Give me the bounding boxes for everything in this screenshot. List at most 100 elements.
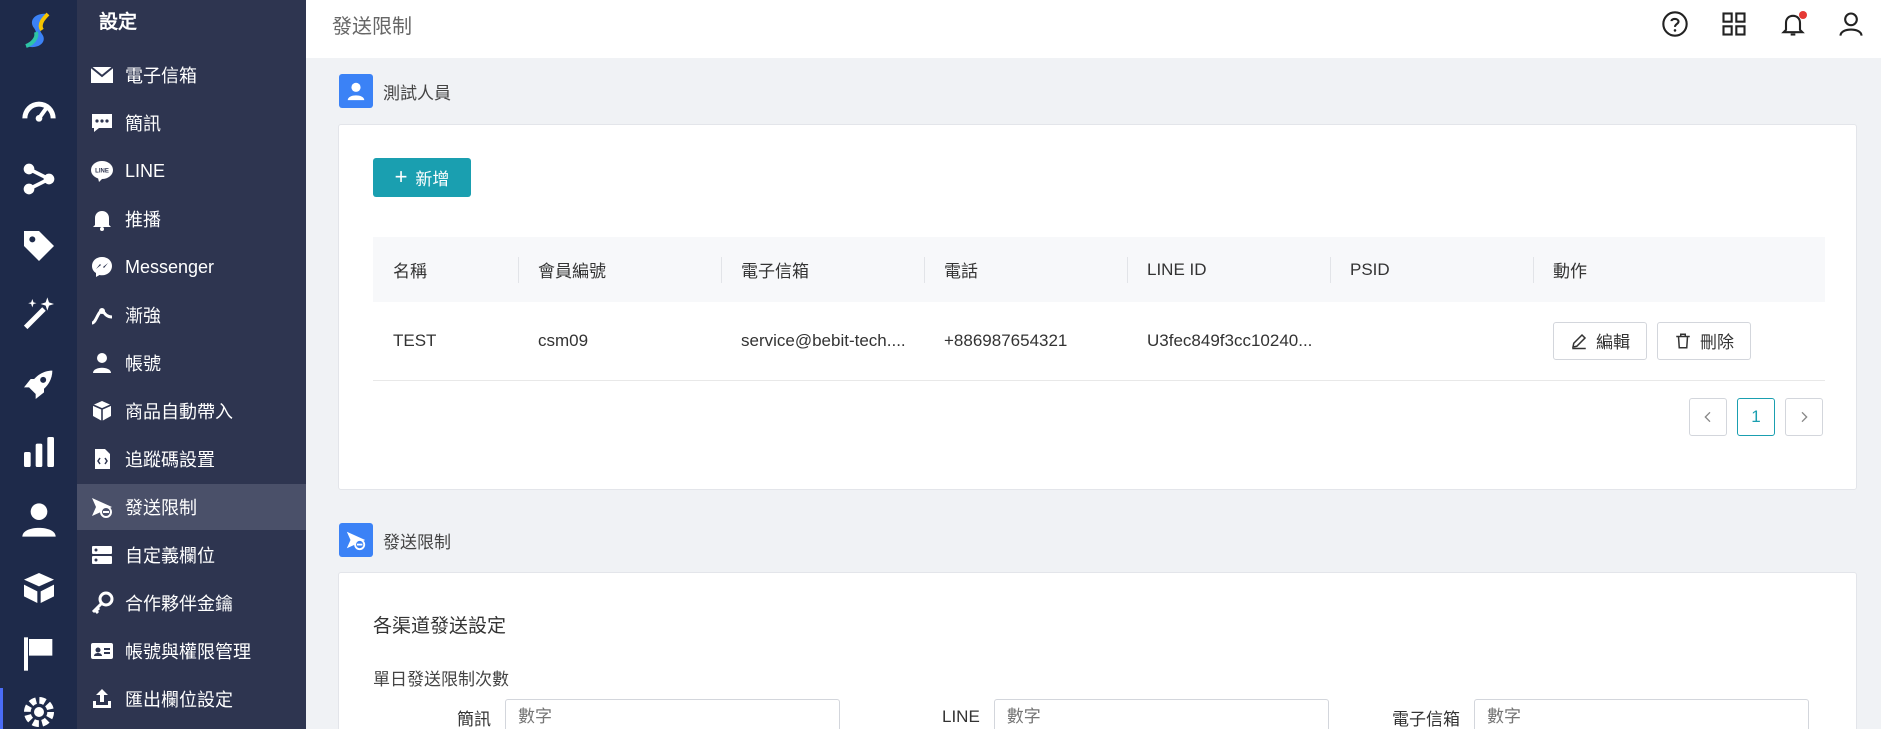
user-icon [89,350,115,376]
edit-label: 編輯 [1596,333,1630,353]
rail-settings-icon[interactable] [0,688,77,729]
menu-title: 設定 [99,12,138,33]
column-header-line-id: LINE ID [1127,237,1330,302]
chevron-left-icon [1704,411,1711,423]
menu-item-line[interactable]: LINE LINE [77,148,306,194]
table-header-row: 名稱 會員編號 電子信箱 電話 LINE ID PSID 動作 [373,237,1825,302]
line-icon: LINE [89,158,115,184]
menu-item-label: 帳號 [125,354,161,374]
cell-phone: +886987654321 [924,302,1127,381]
menu-item-partner-key[interactable]: 合作夥伴金鑰 [77,580,306,626]
menu-item-label: 商品自動帶入 [125,402,233,422]
menu-item-email[interactable]: 電子信箱 [77,52,306,98]
line-limit-row: LINE [942,699,1329,729]
help-icon[interactable] [1659,8,1691,40]
icon-rail [0,0,77,729]
testers-section-header: 測試人員 [339,74,451,108]
sms-limit-input[interactable] [505,699,840,729]
menu-item-account[interactable]: 帳號 [77,340,306,386]
send-limit-card: 各渠道發送設定 單日發送限制次數 簡訊 LINE 電子信箱 [338,572,1857,729]
fields-icon [89,542,115,568]
plus-icon: + [394,163,408,189]
menu-item-send-limit[interactable]: 發送限制 [77,484,306,530]
menu-item-growth[interactable]: 漸強 [77,292,306,338]
section-title: 發送限制 [383,532,451,552]
email-limit-input[interactable] [1474,699,1809,729]
testers-table: 名稱 會員編號 電子信箱 電話 LINE ID PSID 動作 TEST csm… [373,237,1825,381]
menu-item-label: 漸強 [125,306,161,326]
menu-item-push[interactable]: 推播 [77,196,306,242]
edit-button[interactable]: 編輯 [1553,321,1647,360]
page-title: 發送限制 [332,16,412,38]
add-tester-button[interactable]: + 新增 [373,158,471,197]
rail-box-icon[interactable] [0,564,77,612]
channel-settings-title: 各渠道發送設定 [373,616,507,637]
code-icon [89,446,115,472]
daily-limit-label: 單日發送限制次數 [373,670,509,689]
export-icon [89,686,115,712]
pagination: 1 [1689,398,1823,436]
rail-dashboard-icon[interactable] [0,86,77,134]
prev-page-button[interactable] [1689,398,1727,436]
rail-user-icon[interactable] [0,496,77,544]
menu-item-tracking-code[interactable]: 追蹤碼設置 [77,436,306,482]
top-header: 發送限制 [306,0,1881,58]
cell-line-id: U3fec849f3cc10240... [1127,302,1330,381]
apps-grid-icon[interactable] [1718,8,1750,40]
page-1-button[interactable]: 1 [1737,398,1775,436]
trash-icon [1676,333,1690,349]
pencil-icon [1572,333,1587,349]
email-limit-label: 電子信箱 [1392,709,1460,729]
box-icon [89,398,115,424]
id-card-icon [89,638,115,664]
menu-item-custom-fields[interactable]: 自定義欄位 [77,532,306,578]
menu-item-label: 追蹤碼設置 [125,450,215,470]
menu-item-label: 帳號與權限管理 [125,642,251,662]
rail-rocket-icon[interactable] [0,360,77,408]
cell-member-id: csm09 [518,302,721,381]
next-page-button[interactable] [1785,398,1823,436]
column-header-phone: 電話 [924,237,1127,302]
menu-item-label: LINE [125,160,166,181]
chat-icon [89,110,115,136]
menu-item-label: 發送限制 [125,498,197,518]
chevron-right-icon [1801,411,1808,423]
menu-item-export-fields[interactable]: 匯出欄位設定 [77,676,306,722]
profile-icon[interactable] [1835,8,1867,40]
menu-item-label: 簡訊 [125,114,161,134]
cell-actions: 編輯 刪除 [1533,302,1825,381]
cell-psid [1330,302,1533,381]
menu-item-label: Messenger [125,256,215,277]
menu-item-label: 推播 [125,210,161,230]
menu-item-messenger[interactable]: Messenger [77,244,306,290]
section-title: 測試人員 [383,83,451,103]
column-header-name: 名稱 [373,237,518,302]
column-header-psid: PSID [1330,237,1533,302]
app-logo[interactable] [18,8,60,54]
send-limit-icon [89,494,115,520]
send-limit-icon [339,523,373,557]
growth-icon [89,302,115,328]
line-limit-input[interactable] [993,699,1329,729]
cell-email: service@bebit-tech.... [721,302,924,381]
notification-bell-icon[interactable] [1777,8,1809,40]
rail-flow-icon[interactable] [0,155,77,203]
menu-item-permissions[interactable]: 帳號與權限管理 [77,628,306,674]
rail-flag-icon[interactable] [0,630,77,678]
envelope-icon [89,62,115,88]
menu-item-label: 自定義欄位 [125,546,215,566]
delete-button[interactable]: 刪除 [1657,321,1751,360]
menu-item-sms[interactable]: 簡訊 [77,100,306,146]
delete-label: 刪除 [1700,333,1734,353]
rail-chart-icon[interactable] [0,428,77,476]
rail-tag-icon[interactable] [0,222,77,270]
svg-text:LINE: LINE [95,169,109,175]
menu-item-product-import[interactable]: 商品自動帶入 [77,388,306,434]
cell-name: TEST [373,302,518,381]
bell-icon [89,206,115,232]
column-header-actions: 動作 [1533,237,1825,302]
settings-menu: 設定 電子信箱 簡訊 LINE LINE 推播 Messenger 漸強 帳號 … [77,0,306,729]
rail-magic-icon[interactable] [0,290,77,338]
add-label: 新增 [415,170,450,189]
menu-item-label: 電子信箱 [125,66,197,86]
